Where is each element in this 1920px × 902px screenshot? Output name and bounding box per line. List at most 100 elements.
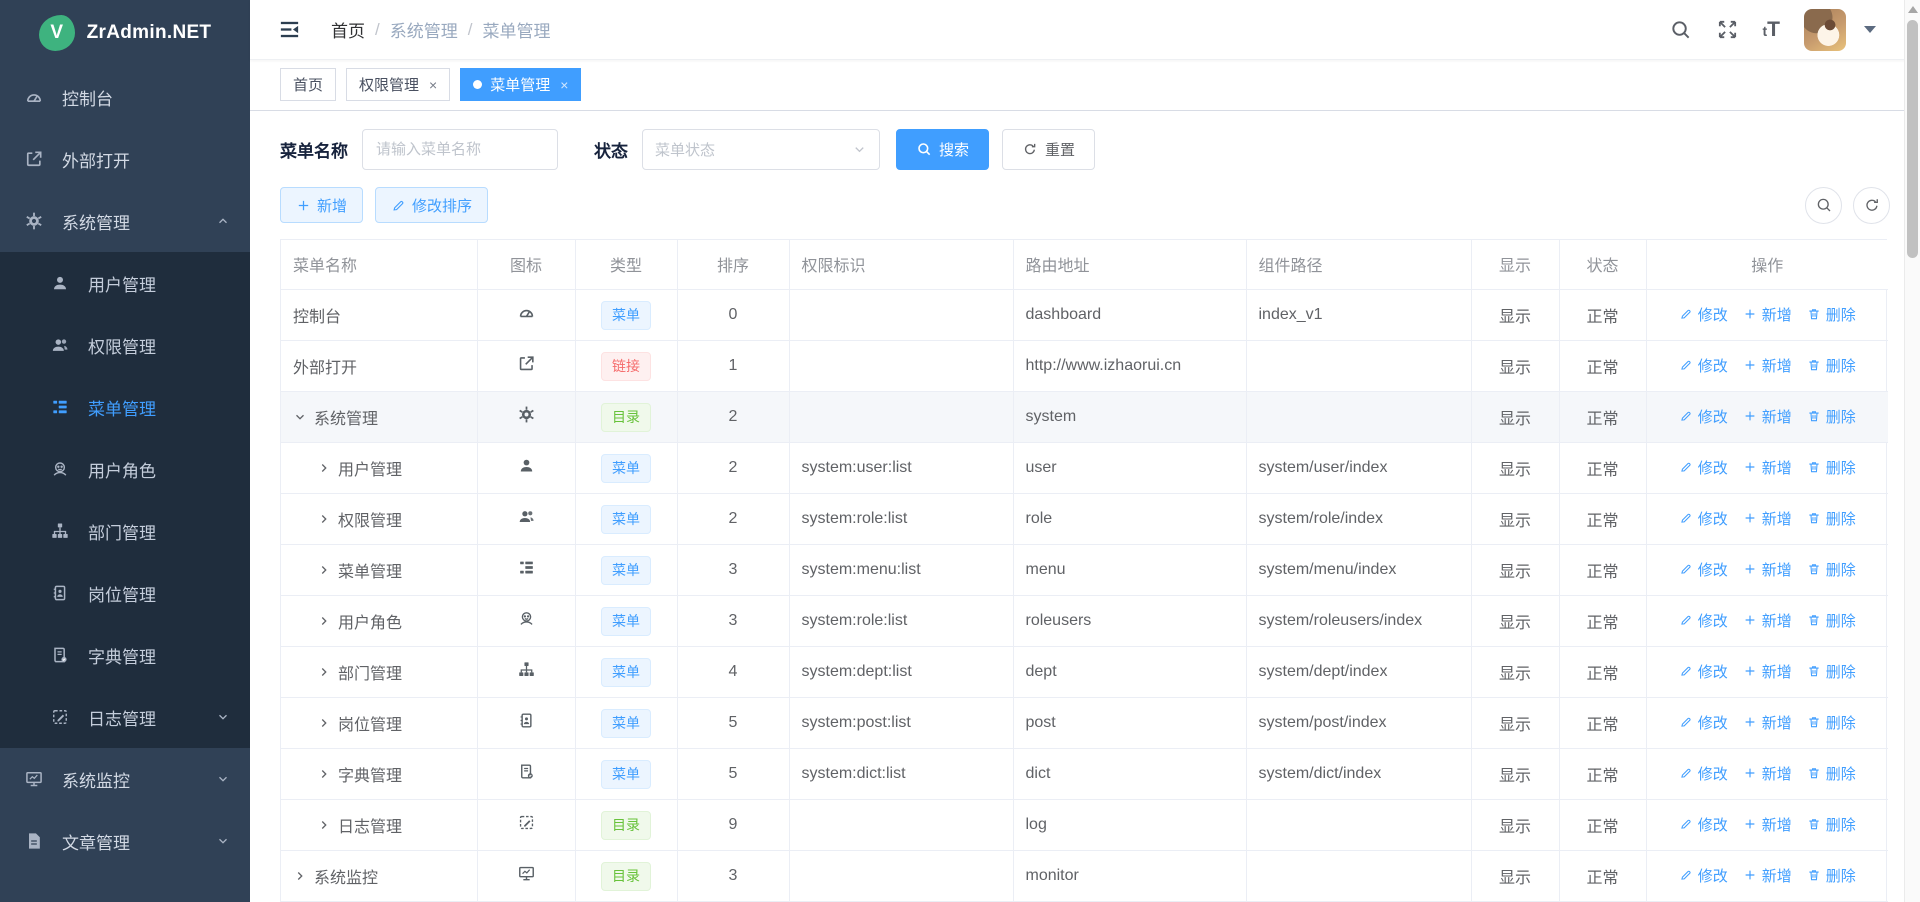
tab-0[interactable]: 首页 <box>280 68 336 101</box>
chevron-down-icon[interactable] <box>1864 26 1876 33</box>
expand-chevron-right-icon[interactable] <box>317 512 331 526</box>
sidebar-item-9[interactable]: 字典管理 <box>0 624 250 686</box>
status-value: 正常 <box>1559 443 1646 494</box>
row-action-edit[interactable]: 修改 <box>1679 610 1728 631</box>
tab-1[interactable]: 权限管理× <box>346 68 450 101</box>
close-icon[interactable]: × <box>560 77 568 93</box>
expand-chevron-right-icon[interactable] <box>317 563 331 577</box>
scroll-up-arrow-icon[interactable] <box>1908 6 1918 13</box>
expand-chevron-right-icon[interactable] <box>317 665 331 679</box>
row-action-delete[interactable]: 删除 <box>1807 865 1856 886</box>
sidebar-item-12[interactable]: 文章管理 <box>0 810 250 872</box>
row-action-delete[interactable]: 删除 <box>1807 610 1856 631</box>
row-action-edit[interactable]: 修改 <box>1679 763 1728 784</box>
row-action-edit[interactable]: 修改 <box>1679 406 1728 427</box>
expand-chevron-right-icon[interactable] <box>317 767 331 781</box>
scrollbar-thumb[interactable] <box>1907 20 1918 258</box>
row-action-delete[interactable]: 删除 <box>1807 559 1856 580</box>
component-value <box>1246 800 1471 851</box>
row-action-delete[interactable]: 删除 <box>1807 712 1856 733</box>
row-action-add[interactable]: 新增 <box>1743 406 1792 427</box>
sidebar-item-3[interactable]: 用户管理 <box>0 252 250 314</box>
route-value: monitor <box>1013 851 1246 902</box>
row-action-edit[interactable]: 修改 <box>1679 814 1728 835</box>
page-content: 菜单名称 状态 菜单状态 搜索 <box>250 111 1920 902</box>
row-action-edit[interactable]: 修改 <box>1679 457 1728 478</box>
delete-icon <box>1807 511 1821 525</box>
expand-chevron-right-icon[interactable] <box>293 869 307 883</box>
sidebar-item-5[interactable]: 菜单管理 <box>0 376 250 438</box>
row-action-edit[interactable]: 修改 <box>1679 355 1728 376</box>
table-search-button[interactable] <box>1805 187 1842 224</box>
expand-chevron-right-icon[interactable] <box>317 716 331 730</box>
row-action-edit[interactable]: 修改 <box>1679 712 1728 733</box>
row-action-delete[interactable]: 删除 <box>1807 814 1856 835</box>
row-action-delete[interactable]: 删除 <box>1807 763 1856 784</box>
org-tree-icon <box>517 660 536 679</box>
avatar[interactable] <box>1804 9 1846 51</box>
row-action-add[interactable]: 新增 <box>1743 814 1792 835</box>
expand-chevron-right-icon[interactable] <box>317 818 331 832</box>
row-action-add[interactable]: 新增 <box>1743 763 1792 784</box>
table-refresh-button[interactable] <box>1853 187 1890 224</box>
column-header: 显示 <box>1471 240 1559 290</box>
sidebar-item-11[interactable]: 系统监控 <box>0 748 250 810</box>
expand-chevron-down-icon[interactable] <box>293 410 307 424</box>
row-action-edit[interactable]: 修改 <box>1679 661 1728 682</box>
users-icon <box>50 335 70 355</box>
row-action-delete[interactable]: 删除 <box>1807 508 1856 529</box>
search-button[interactable]: 搜索 <box>896 129 989 170</box>
sidebar-item-7[interactable]: 部门管理 <box>0 500 250 562</box>
row-action-add[interactable]: 新增 <box>1743 559 1792 580</box>
sidebar-item-4[interactable]: 权限管理 <box>0 314 250 376</box>
expand-chevron-right-icon[interactable] <box>317 614 331 628</box>
row-action-delete[interactable]: 删除 <box>1807 457 1856 478</box>
row-action-delete[interactable]: 删除 <box>1807 661 1856 682</box>
component-value: system/roleusers/index <box>1246 596 1471 647</box>
row-action-add[interactable]: 新增 <box>1743 457 1792 478</box>
fullscreen-icon[interactable] <box>1716 18 1739 41</box>
page-scrollbar[interactable] <box>1904 0 1920 902</box>
breadcrumb-item[interactable]: 首页 <box>331 17 365 42</box>
row-action-add[interactable]: 新增 <box>1743 865 1792 886</box>
row-action-add[interactable]: 新增 <box>1743 610 1792 631</box>
type-tag: 菜单 <box>601 607 651 636</box>
add-button[interactable]: 新增 <box>280 187 363 223</box>
row-action-delete[interactable]: 删除 <box>1807 304 1856 325</box>
status-value: 正常 <box>1559 647 1646 698</box>
sidebar-item-10[interactable]: 日志管理 <box>0 686 250 748</box>
navbar-actions: tT <box>1669 9 1877 51</box>
sidebar-item-1[interactable]: 外部打开 <box>0 128 250 190</box>
menu-status-select[interactable]: 菜单状态 <box>642 129 880 170</box>
row-action-add[interactable]: 新增 <box>1743 355 1792 376</box>
row-action-add[interactable]: 新增 <box>1743 712 1792 733</box>
row-action-delete[interactable]: 删除 <box>1807 355 1856 376</box>
close-icon[interactable]: × <box>429 77 437 93</box>
visible-value: 显示 <box>1471 443 1559 494</box>
row-action-edit[interactable]: 修改 <box>1679 508 1728 529</box>
row-action-edit[interactable]: 修改 <box>1679 559 1728 580</box>
row-action-edit[interactable]: 修改 <box>1679 865 1728 886</box>
user-role-icon <box>50 459 70 479</box>
sidebar-item-6[interactable]: 用户角色 <box>0 438 250 500</box>
row-action-add[interactable]: 新增 <box>1743 304 1792 325</box>
reset-button[interactable]: 重置 <box>1002 129 1095 170</box>
row-action-delete[interactable]: 删除 <box>1807 406 1856 427</box>
menu-name: 岗位管理 <box>338 711 402 735</box>
sidebar-item-2[interactable]: 系统管理 <box>0 190 250 252</box>
tab-2[interactable]: 菜单管理× <box>460 68 581 101</box>
row-action-add[interactable]: 新增 <box>1743 508 1792 529</box>
font-size-icon[interactable]: tT <box>1763 18 1781 42</box>
delete-icon <box>1807 664 1821 678</box>
user-icon <box>517 456 536 475</box>
sidebar-item-0[interactable]: 控制台 <box>0 66 250 128</box>
expand-chevron-right-icon[interactable] <box>317 461 331 475</box>
app-root: V ZrAdmin.NET 控制台外部打开系统管理用户管理权限管理菜单管理用户角… <box>0 0 1920 902</box>
sidebar-item-8[interactable]: 岗位管理 <box>0 562 250 624</box>
search-icon[interactable] <box>1669 18 1692 41</box>
edit-sort-button[interactable]: 修改排序 <box>375 187 488 223</box>
menu-name-input[interactable] <box>362 129 558 170</box>
row-action-add[interactable]: 新增 <box>1743 661 1792 682</box>
sidebar-collapse-icon[interactable] <box>278 18 301 41</box>
row-action-edit[interactable]: 修改 <box>1679 304 1728 325</box>
